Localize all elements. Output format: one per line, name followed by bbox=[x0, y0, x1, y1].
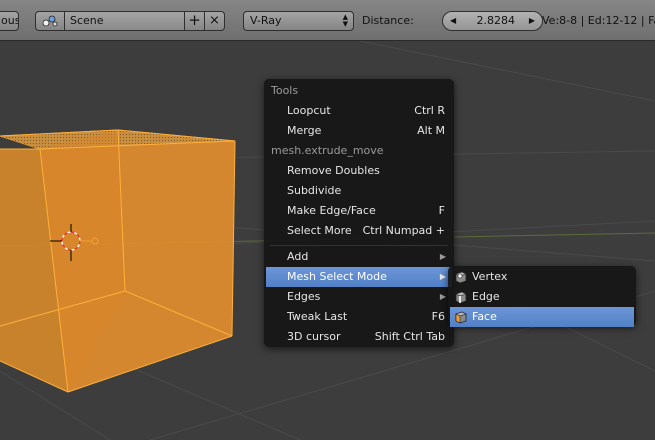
menu-item-shortcut: Shift Ctrl Tab bbox=[374, 330, 445, 343]
render-engine-value: V-Ray bbox=[250, 14, 282, 27]
menu-item-3d-cursor[interactable]: 3D cursor Shift Ctrl Tab bbox=[266, 327, 452, 347]
menu-item-label: Subdivide bbox=[287, 184, 342, 197]
menu-item-edges[interactable]: Edges ▶ bbox=[266, 287, 452, 307]
menu-item-shortcut: F6 bbox=[431, 310, 445, 323]
menu-item-mesh-select-mode[interactable]: Mesh Select Mode ▶ bbox=[266, 267, 452, 287]
menu-item-vertex[interactable]: Vertex bbox=[450, 267, 634, 287]
distance-label: Distance: bbox=[362, 14, 414, 27]
delete-scene-button[interactable]: ⨯ bbox=[205, 11, 225, 31]
mesh-stats: Ve:8-8 | Ed:12-12 | Fa:6-6 bbox=[542, 14, 655, 27]
menu-item-tweak-last[interactable]: Tweak Last F6 bbox=[266, 307, 452, 327]
increment-arrow-icon[interactable]: ▶ bbox=[529, 12, 535, 30]
up-down-arrows-icon: ▲ ▼ bbox=[342, 13, 348, 28]
viewport-header: ous Scene + ⨯ V-Ray ▲ ▼ Distance: ◀ 2.828… bbox=[0, 0, 655, 41]
menu-item-make-edge-face[interactable]: Make Edge/Face F bbox=[266, 201, 452, 221]
menu-item-shortcut: Alt M bbox=[417, 124, 445, 137]
menu-item-select-more[interactable]: Select More Ctrl Numpad + bbox=[266, 221, 452, 241]
scene-name-field[interactable]: Scene bbox=[65, 11, 185, 31]
vertex-mode-icon bbox=[455, 271, 467, 284]
menu-item-edge[interactable]: Edge bbox=[450, 287, 634, 307]
submenu-arrow-icon: ▶ bbox=[439, 292, 446, 301]
scene-icon bbox=[42, 15, 58, 27]
menu-item-label: Face bbox=[472, 310, 497, 323]
face-mode-icon bbox=[455, 311, 467, 324]
menu-item-remove-doubles[interactable]: Remove Doubles bbox=[266, 161, 452, 181]
tools-menu: Tools Loopcut Ctrl R Merge Alt M mesh.ex… bbox=[264, 79, 454, 347]
menu-item-label: Vertex bbox=[472, 270, 508, 283]
menu-item-label: Edge bbox=[472, 290, 500, 303]
menu-item-shortcut: F bbox=[438, 204, 445, 217]
screen-layout-button[interactable]: ous bbox=[0, 11, 19, 31]
distance-field[interactable]: ◀ 2.8284 ▶ bbox=[442, 11, 543, 31]
menu-item-label: Mesh Select Mode bbox=[287, 270, 387, 283]
menu-item-loopcut[interactable]: Loopcut Ctrl R bbox=[266, 101, 452, 121]
add-scene-button[interactable]: + bbox=[185, 11, 205, 31]
render-engine-select[interactable]: V-Ray ▲ ▼ bbox=[243, 11, 354, 31]
menu-section-title: mesh.extrude_move bbox=[271, 144, 384, 157]
submenu-arrow-icon: ▶ bbox=[439, 272, 446, 281]
menu-separator bbox=[270, 245, 448, 246]
menu-item-label: Add bbox=[287, 250, 309, 263]
mesh-select-mode-submenu: Vertex Edge Face bbox=[448, 266, 636, 327]
menu-item-subdivide[interactable]: Subdivide bbox=[266, 181, 452, 201]
menu-item-label: Tweak Last bbox=[287, 310, 348, 323]
menu-item-face[interactable]: Face bbox=[450, 307, 634, 327]
menu-item-shortcut: Ctrl R bbox=[414, 104, 445, 117]
menu-item-add[interactable]: Add ▶ bbox=[266, 247, 452, 267]
edge-mode-icon bbox=[455, 291, 467, 304]
menu-item-shortcut: Ctrl Numpad + bbox=[362, 224, 445, 237]
submenu-arrow-icon: ▶ bbox=[439, 252, 446, 261]
menu-item-label: Loopcut bbox=[287, 104, 331, 117]
menu-item-label: Merge bbox=[287, 124, 322, 137]
menu-item-label: Remove Doubles bbox=[287, 164, 380, 177]
menu-item-label: Edges bbox=[287, 290, 321, 303]
scene-browse-button[interactable] bbox=[35, 11, 65, 31]
distance-value: 2.8284 bbox=[476, 14, 516, 27]
menu-item-label: Select More bbox=[287, 224, 352, 237]
menu-item-merge[interactable]: Merge Alt M bbox=[266, 121, 452, 141]
menu-item-label: Make Edge/Face bbox=[287, 204, 376, 217]
menu-title: Tools bbox=[271, 84, 299, 97]
scene-selector: Scene + ⨯ bbox=[35, 11, 225, 31]
selected-cube[interactable] bbox=[0, 129, 236, 393]
menu-item-label: 3D cursor bbox=[287, 330, 341, 343]
screen-layout-label: ous bbox=[1, 14, 19, 27]
decrement-arrow-icon[interactable]: ◀ bbox=[450, 12, 456, 30]
